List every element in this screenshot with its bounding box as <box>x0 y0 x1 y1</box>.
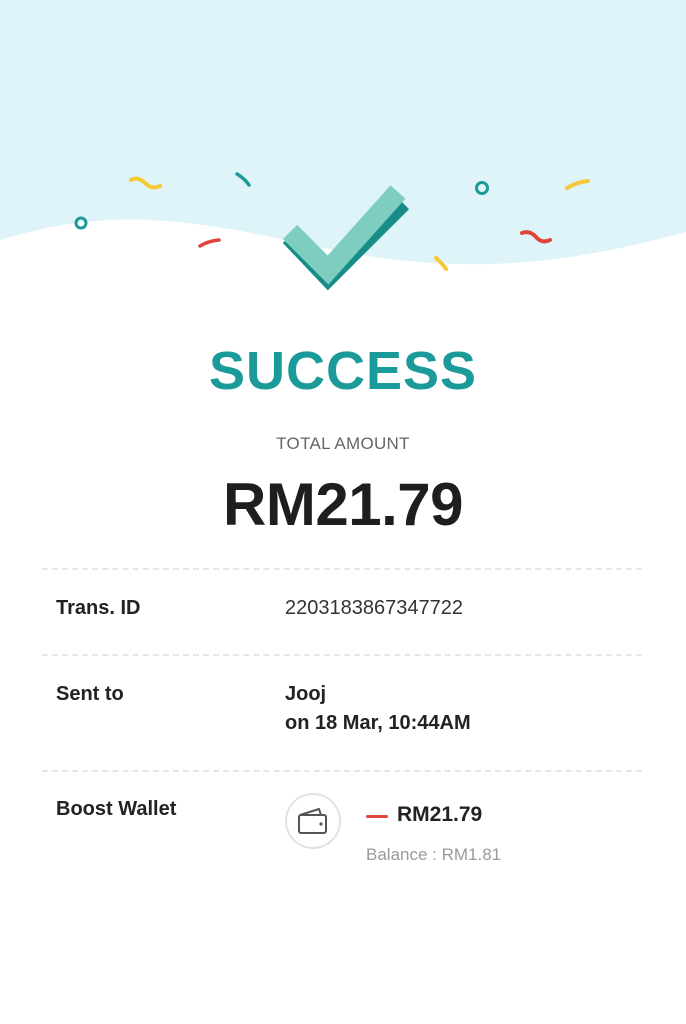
sent-to-label: Sent to <box>56 683 124 705</box>
wallet-debit-amount: RM21.79 <box>397 803 483 826</box>
total-amount-label: TOTAL AMOUNT <box>276 434 410 453</box>
wallet-label: Boost Wallet <box>56 798 177 820</box>
recipient-name: Jooj <box>285 683 327 705</box>
total-amount-value: RM21.79 <box>223 471 463 538</box>
trans-id-label: Trans. ID <box>56 597 141 619</box>
divider <box>42 654 642 656</box>
wallet-icon <box>298 808 327 834</box>
hero-background <box>0 0 686 265</box>
minus-icon <box>366 815 388 818</box>
transaction-datetime: on 18 Mar, 10:44AM <box>285 712 471 734</box>
hero-banner <box>0 0 686 291</box>
payment-success-screen: SUCCESS TOTAL AMOUNT RM21.79 Trans. ID 2… <box>0 0 686 1024</box>
trans-id-value: 2203183867347722 <box>285 597 463 619</box>
divider <box>42 568 642 570</box>
divider <box>42 770 642 772</box>
wallet-balance: Balance : RM1.81 <box>366 845 502 864</box>
wallet-icon-badge <box>285 793 341 849</box>
confetti-icon <box>198 238 221 248</box>
status-title: SUCCESS <box>208 341 478 401</box>
confetti-icon <box>74 216 88 230</box>
